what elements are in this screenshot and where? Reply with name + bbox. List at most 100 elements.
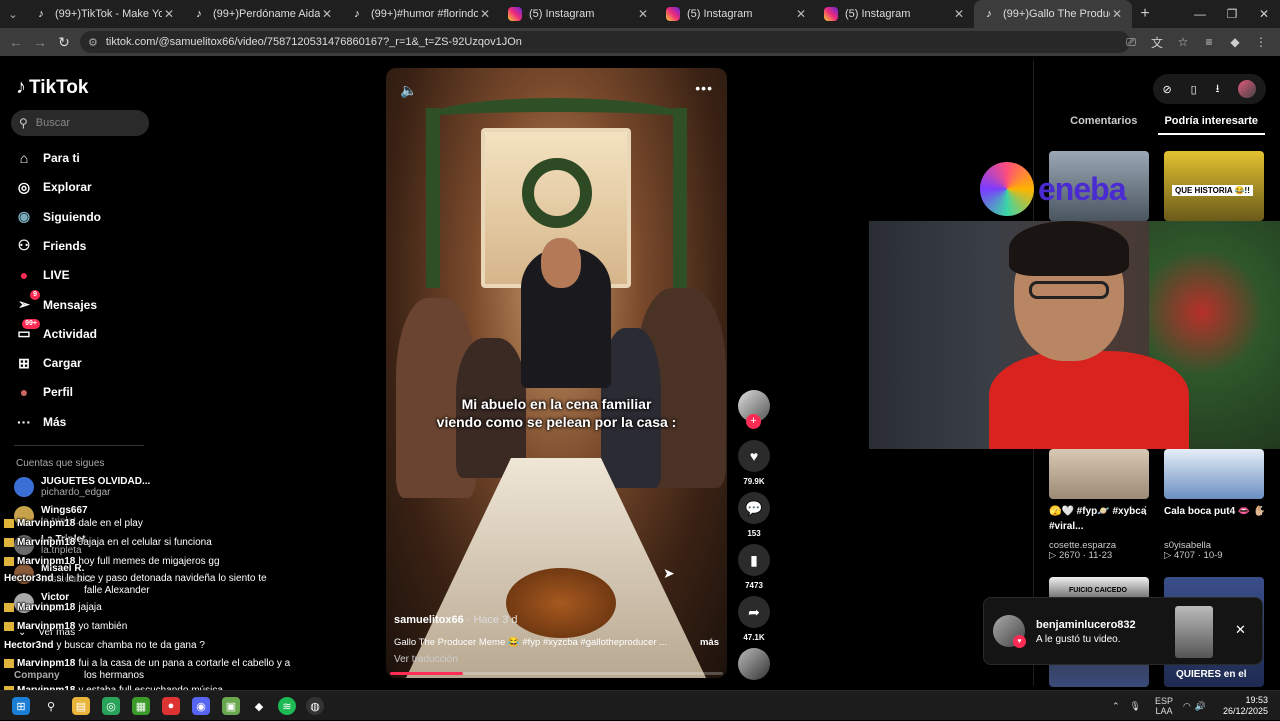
sound-icon[interactable]: 🔈 bbox=[400, 82, 417, 99]
browser-tab[interactable]: ♪ (99+)Gallo The Producer M✕ bbox=[974, 0, 1132, 28]
obs-icon[interactable]: ◍ bbox=[306, 697, 324, 715]
site-info-icon[interactable]: ⚙ bbox=[88, 36, 98, 49]
reload-icon[interactable]: ↻ bbox=[52, 34, 76, 51]
suggested-thumb[interactable] bbox=[1049, 449, 1149, 499]
tab-comentarios[interactable]: Comentarios bbox=[1050, 115, 1158, 135]
card-more-icon[interactable]: ⋮ bbox=[1140, 504, 1151, 517]
chat-badge-icon bbox=[4, 518, 14, 528]
close-tab-icon[interactable]: ✕ bbox=[1110, 7, 1124, 21]
browser-tab[interactable]: ♪ (99+)TikTok - Make Your Day✕ bbox=[26, 0, 184, 28]
new-tab-button[interactable]: + bbox=[1132, 5, 1158, 23]
file-explorer-icon[interactable]: ▤ bbox=[72, 697, 90, 715]
nav-perfil[interactable]: ● Perfil bbox=[14, 382, 73, 402]
extension-icon[interactable]: ◆ bbox=[1224, 35, 1246, 49]
minecraft-icon[interactable]: ▦ bbox=[132, 697, 150, 715]
spotify-icon[interactable]: ≋ bbox=[278, 697, 296, 715]
forward-icon[interactable]: → bbox=[28, 34, 52, 50]
sponsor-name: eneba bbox=[1038, 170, 1126, 207]
following-username: pichardo_edgar bbox=[41, 487, 111, 498]
author-username[interactable]: samuelitox66 bbox=[394, 614, 464, 626]
nav-explorar[interactable]: ◎ Explorar bbox=[14, 177, 92, 197]
save-button[interactable]: ▮ 7473 bbox=[738, 544, 770, 590]
volume-icon[interactable]: 🔊 bbox=[1195, 701, 1206, 712]
like-button[interactable]: ♥ 79.9K bbox=[738, 440, 770, 486]
app-diamond-icon[interactable]: ◆ bbox=[250, 697, 268, 715]
edge-icon[interactable]: ◎ bbox=[102, 697, 120, 715]
nav-friends[interactable]: ⚇ Friends bbox=[14, 236, 87, 256]
tray-chevron-icon[interactable]: ⌃ bbox=[1112, 701, 1120, 712]
user-avatar[interactable] bbox=[1238, 80, 1257, 98]
card-more-icon[interactable]: ⋮ bbox=[1256, 504, 1267, 517]
taskbar-search-icon[interactable]: ⚲ bbox=[42, 697, 60, 715]
chat-message: Marvinpm18 dale en el play bbox=[4, 518, 143, 530]
card-caption[interactable]: Cala boca put4 👄 ✋🏼 bbox=[1164, 504, 1269, 519]
video-player[interactable]: 🔈 ••• Mi abuelo en la cena familiar vien… bbox=[386, 68, 727, 678]
discord-icon[interactable]: ◉ bbox=[192, 697, 210, 715]
minimize-icon[interactable]: — bbox=[1184, 0, 1216, 28]
windows-start-icon[interactable]: ⊞ bbox=[12, 697, 30, 715]
card-caption[interactable]: 🫣🤍 #fyp🪐 #xybca #viral... bbox=[1049, 504, 1154, 534]
following-header: Cuentas que sigues bbox=[16, 458, 105, 469]
tiktok-logo[interactable]: ♪ TikTok bbox=[16, 76, 88, 99]
tab-search-icon[interactable]: ⌄ bbox=[0, 0, 26, 28]
media-icon[interactable]: ≡ bbox=[1198, 35, 1220, 49]
close-tab-icon[interactable]: ✕ bbox=[478, 7, 492, 21]
nav-live[interactable]: ● LIVE bbox=[14, 265, 70, 285]
close-tab-icon[interactable]: ✕ bbox=[636, 7, 650, 21]
clock[interactable]: 19:53 26/12/2025 bbox=[1223, 695, 1268, 717]
suggested-thumb[interactable] bbox=[1164, 449, 1264, 499]
browser-tab[interactable]: ♪ (99+)Perdóname Aida Kailany |✕ bbox=[184, 0, 342, 28]
close-tab-icon[interactable]: ✕ bbox=[794, 7, 808, 21]
close-tab-icon[interactable]: ✕ bbox=[162, 7, 176, 21]
follow-plus-icon[interactable]: + bbox=[746, 414, 761, 429]
nav-cargar[interactable]: ⊞ Cargar bbox=[14, 353, 82, 373]
url-field[interactable]: ⚙ tiktok.com/@samuelitox66/video/7587120… bbox=[80, 31, 1130, 53]
nav-para-ti[interactable]: ⌂ Para ti bbox=[14, 148, 80, 168]
card-stats: ▷ 4707 · 10-9 bbox=[1164, 550, 1223, 561]
microphone-icon[interactable]: 🎙 bbox=[1130, 701, 1141, 712]
tab-podria-interesarte[interactable]: Podría interesarte bbox=[1157, 115, 1265, 135]
nav-actividad[interactable]: ▭ 99+ Actividad bbox=[14, 318, 97, 344]
share-button[interactable]: ➦ 47.1K bbox=[738, 596, 770, 642]
nav-mas[interactable]: ··· Más bbox=[14, 412, 66, 432]
suggested-thumb[interactable]: QUE HISTORIA 😂!! bbox=[1164, 151, 1264, 221]
menu-icon[interactable]: ⋮ bbox=[1250, 35, 1272, 49]
close-tab-icon[interactable]: ✕ bbox=[320, 7, 334, 21]
music-disc[interactable] bbox=[738, 648, 770, 680]
search-input[interactable]: ⚲ Buscar bbox=[11, 110, 149, 136]
close-tab-icon[interactable]: ✕ bbox=[952, 7, 966, 21]
browser-tab[interactable]: (5) Instagram ✕ bbox=[816, 0, 974, 28]
following-account[interactable]: JUGUETES OLVIDAD... pichardo_edgar bbox=[14, 476, 150, 498]
language-indicator[interactable]: ESP LAA bbox=[1155, 696, 1173, 716]
company-link[interactable]: Company bbox=[14, 670, 60, 681]
download-icon[interactable]: ⭳ bbox=[1216, 80, 1220, 99]
app-icon[interactable]: ▣ bbox=[222, 697, 240, 715]
cast-icon[interactable]: ⎚ bbox=[1120, 35, 1142, 50]
nav-siguiendo[interactable]: ◉ Siguiendo bbox=[14, 207, 101, 227]
back-icon[interactable]: ← bbox=[4, 34, 28, 50]
nav-label: Friends bbox=[43, 238, 87, 253]
maximize-icon[interactable]: ❐ bbox=[1216, 0, 1248, 28]
like-notification[interactable]: ♥ benjaminlucero832 A le gustó tu video.… bbox=[983, 597, 1263, 665]
more-button[interactable]: más bbox=[700, 637, 719, 648]
more-options-icon[interactable]: ••• bbox=[695, 80, 713, 96]
browser-tab[interactable]: (5) Instagram ✕ bbox=[500, 0, 658, 28]
chat-user: Marvinpm18 bbox=[17, 537, 76, 548]
wifi-icon[interactable]: ◠ bbox=[1183, 701, 1191, 712]
coins-icon[interactable]: ⊘ bbox=[1162, 83, 1171, 96]
device-icon[interactable]: ▯ bbox=[1191, 83, 1197, 96]
translate-link[interactable]: Ver traducción bbox=[394, 654, 458, 665]
translate-icon[interactable]: 文 bbox=[1146, 34, 1168, 51]
browser-tab[interactable]: (5) Instagram ✕ bbox=[658, 0, 816, 28]
browser-tab[interactable]: ♪ (99+)#humor #florindos #pres✕ bbox=[342, 0, 500, 28]
video-wreath bbox=[522, 158, 592, 228]
chrome-icon[interactable]: ● bbox=[162, 697, 180, 715]
nav-mensajes[interactable]: ➢ 9 Mensajes bbox=[14, 289, 97, 315]
bookmark-star-icon[interactable]: ☆ bbox=[1172, 35, 1194, 49]
video-author[interactable]: samuelitox66 · Hace 3 d bbox=[394, 614, 518, 626]
comment-button[interactable]: 💬 153 bbox=[738, 492, 770, 538]
close-notification-icon[interactable]: ✕ bbox=[1235, 622, 1246, 638]
video-progress-bar[interactable] bbox=[390, 672, 723, 675]
avatar bbox=[14, 477, 34, 497]
close-window-icon[interactable]: ✕ bbox=[1248, 0, 1280, 28]
